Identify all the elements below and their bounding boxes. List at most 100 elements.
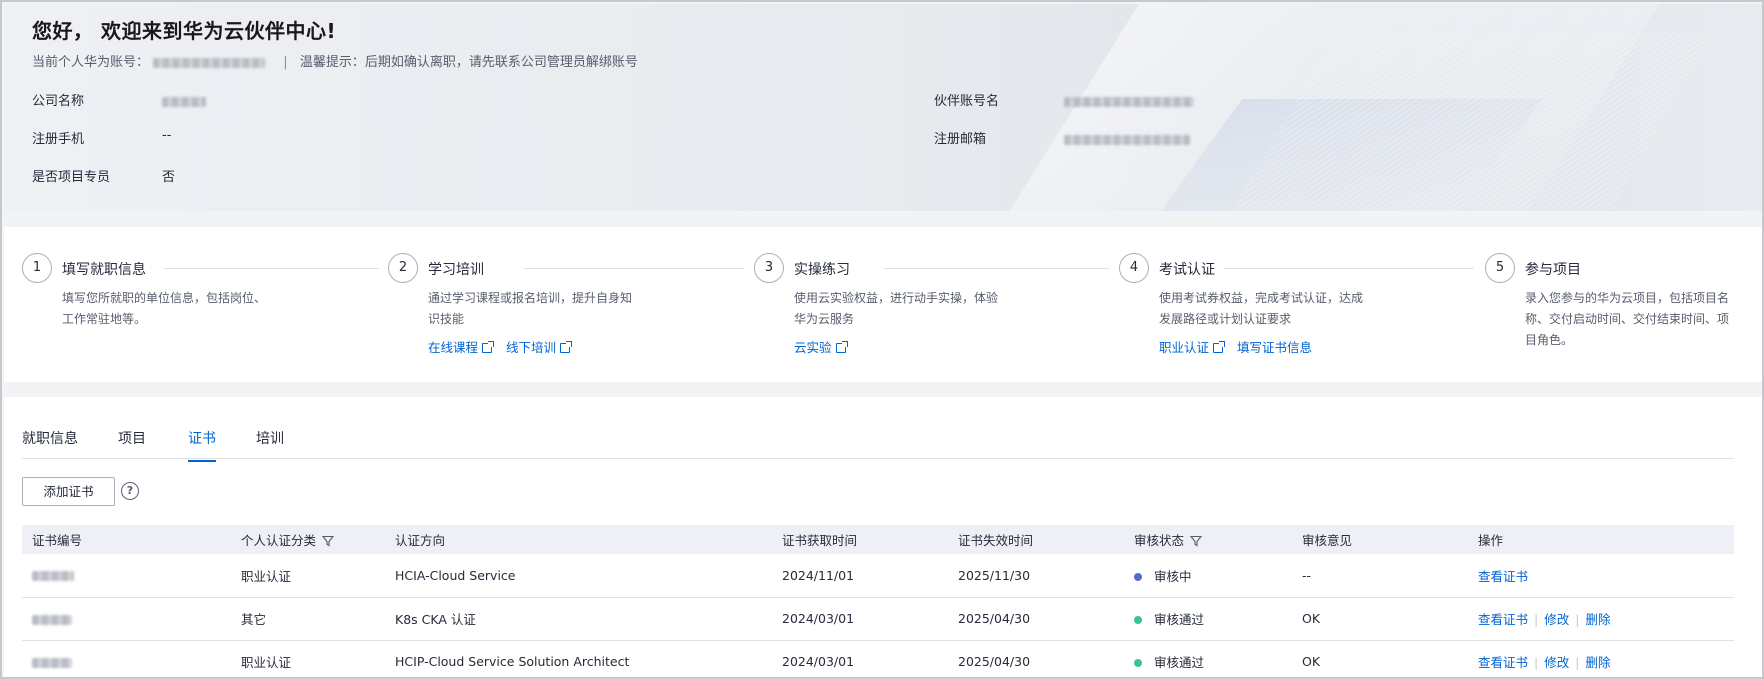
tab-bar: 就职信息 项目 证书 培训 <box>22 397 1734 462</box>
edit-link[interactable]: 修改 <box>1544 612 1569 627</box>
status-dot-icon <box>1134 572 1142 581</box>
main-content: 就职信息 项目 证书 培训 添加证书 ? 证书编号 个人认证分类 认证方向 证书… <box>4 397 1762 677</box>
col-header-category[interactable]: 个人认证分类 <box>231 525 385 554</box>
online-course-link[interactable]: 在线课程 <box>428 340 478 355</box>
view-certificate-link[interactable]: 查看证书 <box>1478 569 1528 584</box>
external-link-icon[interactable] <box>835 341 848 353</box>
delete-link[interactable]: 删除 <box>1585 655 1610 670</box>
col-header-opinion: 审核意见 <box>1292 525 1468 554</box>
step-number: 3 <box>754 253 784 283</box>
obtained-cell: 2024/11/01 <box>772 554 948 598</box>
steps-panel: 1 填写就职信息 填写您所就职的单位信息，包括岗位、工作常驻地等。 2 学习培训… <box>4 227 1762 382</box>
obtained-cell: 2024/03/01 <box>772 640 948 677</box>
tab-projects[interactable]: 项目 <box>118 428 146 448</box>
step-description: 使用云实验权益，进行动手实操，体验华为云服务 <box>794 291 999 326</box>
step-connector <box>164 268 379 269</box>
step-title: 学习培训 <box>428 259 492 279</box>
certificate-table: 证书编号 个人认证分类 认证方向 证书获取时间 证书失效时间 审核状态 审核意见… <box>22 525 1734 677</box>
step-title: 参与项目 <box>1525 259 1589 279</box>
table-header-row: 证书编号 个人认证分类 认证方向 证书获取时间 证书失效时间 审核状态 审核意见… <box>22 525 1734 554</box>
step-description: 使用考试券权益，完成考试认证，达成发展路径或计划认证要求 <box>1159 291 1364 326</box>
status-dot-icon <box>1134 616 1142 624</box>
tip-text: 温馨提示：后期如确认离职，请先联系公司管理员解绑账号 <box>299 55 638 70</box>
step-title: 实操练习 <box>794 259 858 279</box>
table-row: 职业认证 HCIP-Cloud Service Solution Archite… <box>22 640 1734 677</box>
obtained-cell: 2024/03/01 <box>772 597 948 641</box>
col-header-expires: 证书失效时间 <box>948 525 1124 554</box>
opinion-cell: OK <box>1292 640 1468 677</box>
expires-cell: 2025/04/30 <box>948 640 1124 677</box>
step-number: 1 <box>22 253 52 283</box>
status-cell: 审核中 <box>1124 554 1292 598</box>
delete-link[interactable]: 删除 <box>1585 612 1610 627</box>
actions-cell: 查看证书 | 修改 | 删除 <box>1468 640 1734 677</box>
redacted-account <box>153 57 266 68</box>
cert-id-cell <box>22 597 231 641</box>
col-header-status[interactable]: 审核状态 <box>1124 525 1292 554</box>
step-number: 2 <box>388 253 418 283</box>
step-links: 云实验 <box>794 337 856 356</box>
step-description: 录入您参与的华为云项目，包括项目名称、交付启动时间、交付结束时间、项目角色。 <box>1525 291 1730 347</box>
partner-account-value <box>1064 94 1194 109</box>
category-cell: 职业认证 <box>231 640 385 677</box>
offline-training-link[interactable]: 线下培训 <box>506 340 556 355</box>
external-link-icon[interactable] <box>560 341 573 353</box>
col-header-cert-id: 证书编号 <box>22 525 231 554</box>
welcome-banner: 您好， 欢迎来到华为云伙伴中心! 当前个人华为账号： | 温馨提示：后期如确认离… <box>4 4 1762 211</box>
table-row: 其它 K8s CKA 认证 2024/03/01 2025/04/30 审核通过… <box>22 597 1734 641</box>
step-number: 4 <box>1119 253 1149 283</box>
external-link-icon[interactable] <box>1213 341 1226 353</box>
cert-id-cell <box>22 640 231 677</box>
filter-icon[interactable] <box>1190 535 1203 547</box>
status-cell: 审核通过 <box>1124 597 1292 641</box>
cloud-lab-link[interactable]: 云实验 <box>794 340 832 355</box>
status-dot-icon <box>1134 659 1142 667</box>
account-label: 当前个人华为账号： <box>32 55 150 70</box>
col-header-direction: 认证方向 <box>385 525 772 554</box>
specialist-label: 是否项目专员 <box>32 170 111 185</box>
edit-link[interactable]: 修改 <box>1544 655 1569 670</box>
step-description: 填写您所就职的单位信息，包括岗位、工作常驻地等。 <box>62 291 267 326</box>
phone-label: 注册手机 <box>32 132 85 147</box>
partner-account-label: 伙伴账号名 <box>934 94 1000 109</box>
cert-id-cell <box>22 554 231 598</box>
fill-cert-info-link[interactable]: 填写证书信息 <box>1237 340 1312 355</box>
step-connector <box>884 268 1109 269</box>
step-connector <box>524 268 744 269</box>
col-header-obtained: 证书获取时间 <box>772 525 948 554</box>
account-line: 当前个人华为账号： | 温馨提示：后期如确认离职，请先联系公司管理员解绑账号 <box>32 51 638 70</box>
actions-cell: 查看证书 | 修改 | 删除 <box>1468 597 1734 641</box>
actions-cell: 查看证书 <box>1468 554 1734 598</box>
help-icon[interactable]: ? <box>121 482 139 500</box>
email-label: 注册邮箱 <box>934 132 987 147</box>
category-cell: 职业认证 <box>231 554 385 598</box>
step-connector <box>1224 268 1474 269</box>
col-header-actions: 操作 <box>1468 525 1734 554</box>
welcome-title: 您好， 欢迎来到华为云伙伴中心! <box>32 19 337 43</box>
professional-cert-link[interactable]: 职业认证 <box>1159 340 1209 355</box>
view-certificate-link[interactable]: 查看证书 <box>1478 655 1528 670</box>
expires-cell: 2025/04/30 <box>948 597 1124 641</box>
external-link-icon[interactable] <box>482 341 495 353</box>
view-certificate-link[interactable]: 查看证书 <box>1478 612 1528 627</box>
tab-certificates[interactable]: 证书 <box>188 428 216 462</box>
direction-cell: HCIP-Cloud Service Solution Architect <box>385 640 772 677</box>
page-frame: 您好， 欢迎来到华为云伙伴中心! 当前个人华为账号： | 温馨提示：后期如确认离… <box>0 0 1764 679</box>
step-links: 职业认证 填写证书信息 <box>1159 337 1316 356</box>
step-description: 通过学习课程或报名培训，提升自身知识技能 <box>428 291 633 326</box>
specialist-value: 否 <box>162 170 176 185</box>
step-links: 在线课程 线下培训 <box>428 337 580 356</box>
step-number: 5 <box>1485 253 1515 283</box>
divider: | <box>283 55 288 70</box>
step-title: 考试认证 <box>1159 259 1223 279</box>
expires-cell: 2025/11/30 <box>948 554 1124 598</box>
opinion-cell: OK <box>1292 597 1468 641</box>
category-cell: 其它 <box>231 597 385 641</box>
tab-training[interactable]: 培训 <box>256 428 284 448</box>
add-certificate-button[interactable]: 添加证书 <box>22 477 115 506</box>
tab-employment[interactable]: 就职信息 <box>22 428 78 448</box>
phone-value: -- <box>162 128 172 143</box>
direction-cell: K8s CKA 认证 <box>385 597 772 641</box>
filter-icon[interactable] <box>322 535 335 547</box>
email-value <box>1064 132 1190 147</box>
